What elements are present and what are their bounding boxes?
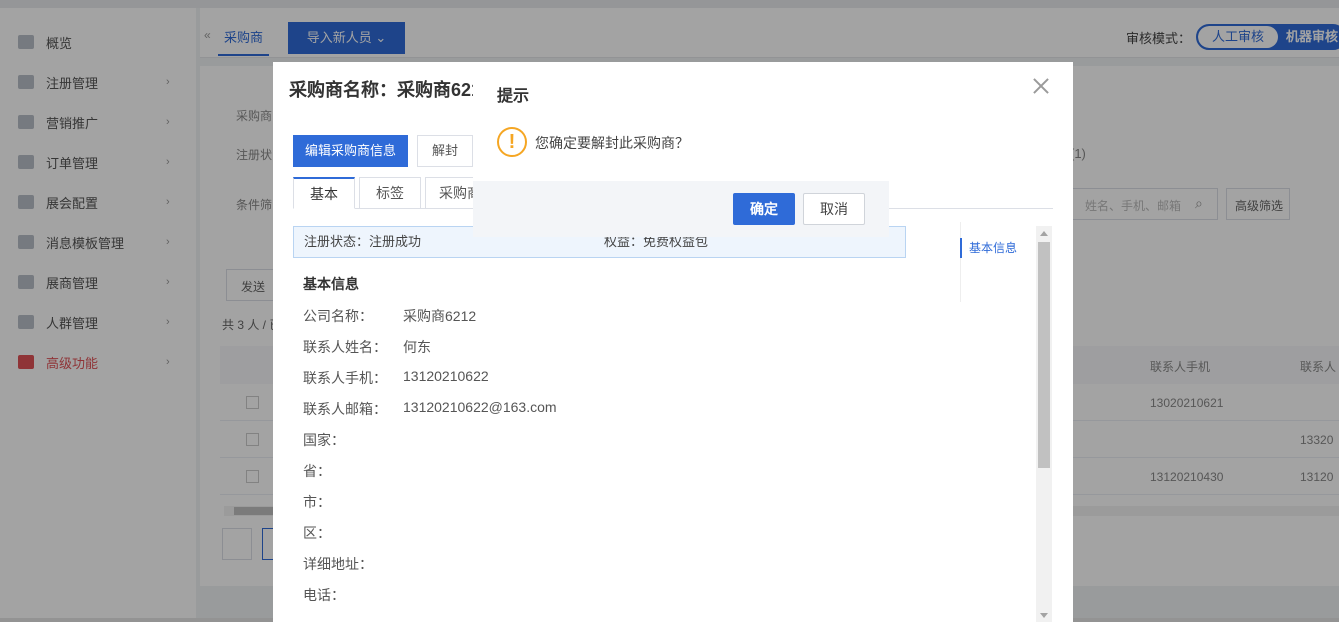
confirm-title: 提示	[497, 88, 530, 105]
field-label: 市：	[303, 494, 331, 510]
confirm-ok-button[interactable]: 确定	[733, 193, 795, 225]
tab-tags[interactable]: 标签	[359, 177, 421, 209]
anchor-basic-info[interactable]: 基本信息	[960, 238, 1017, 258]
field-label: 详细地址：	[303, 556, 373, 572]
confirm-message: 您确定要解封此采购商？	[535, 135, 689, 151]
field-value: 13120210622	[403, 368, 489, 384]
field-label: 电话：	[303, 587, 345, 603]
section-title-basic-info: 基本信息	[303, 276, 359, 292]
close-icon[interactable]	[1031, 76, 1051, 96]
unseal-button[interactable]: 解封	[417, 135, 473, 167]
field-label: 联系人邮箱：	[303, 401, 387, 417]
field-label: 国家：	[303, 432, 345, 448]
scroll-up-icon[interactable]	[1040, 231, 1048, 236]
field-value: 何东	[403, 339, 431, 355]
field-label: 联系人姓名：	[303, 339, 387, 355]
scroll-down-icon[interactable]	[1040, 613, 1048, 618]
confirm-dialog: 提示 ! 您确定要解封此采购商？ 确定 取消	[473, 62, 889, 237]
confirm-footer: 确定 取消	[473, 181, 889, 237]
field-value: 采购商6212	[403, 308, 477, 324]
anchor-divider	[960, 222, 961, 302]
tab-basic[interactable]: 基本	[293, 177, 355, 209]
field-label: 公司名称：	[303, 308, 373, 324]
field-label: 区：	[303, 525, 331, 541]
detail-title: 采购商名称：采购商6212	[289, 80, 492, 100]
vertical-scrollbar[interactable]	[1036, 226, 1052, 622]
vertical-scrollbar-thumb[interactable]	[1038, 242, 1050, 468]
field-label: 省：	[303, 463, 331, 479]
warning-icon: !	[497, 127, 527, 157]
field-label: 联系人手机：	[303, 370, 387, 386]
confirm-cancel-button[interactable]: 取消	[803, 193, 865, 225]
registration-status: 注册状态：注册成功	[304, 234, 422, 249]
edit-purchaser-button[interactable]: 编辑采购商信息	[293, 135, 408, 167]
field-value: 13120210622@163.com	[403, 399, 557, 415]
